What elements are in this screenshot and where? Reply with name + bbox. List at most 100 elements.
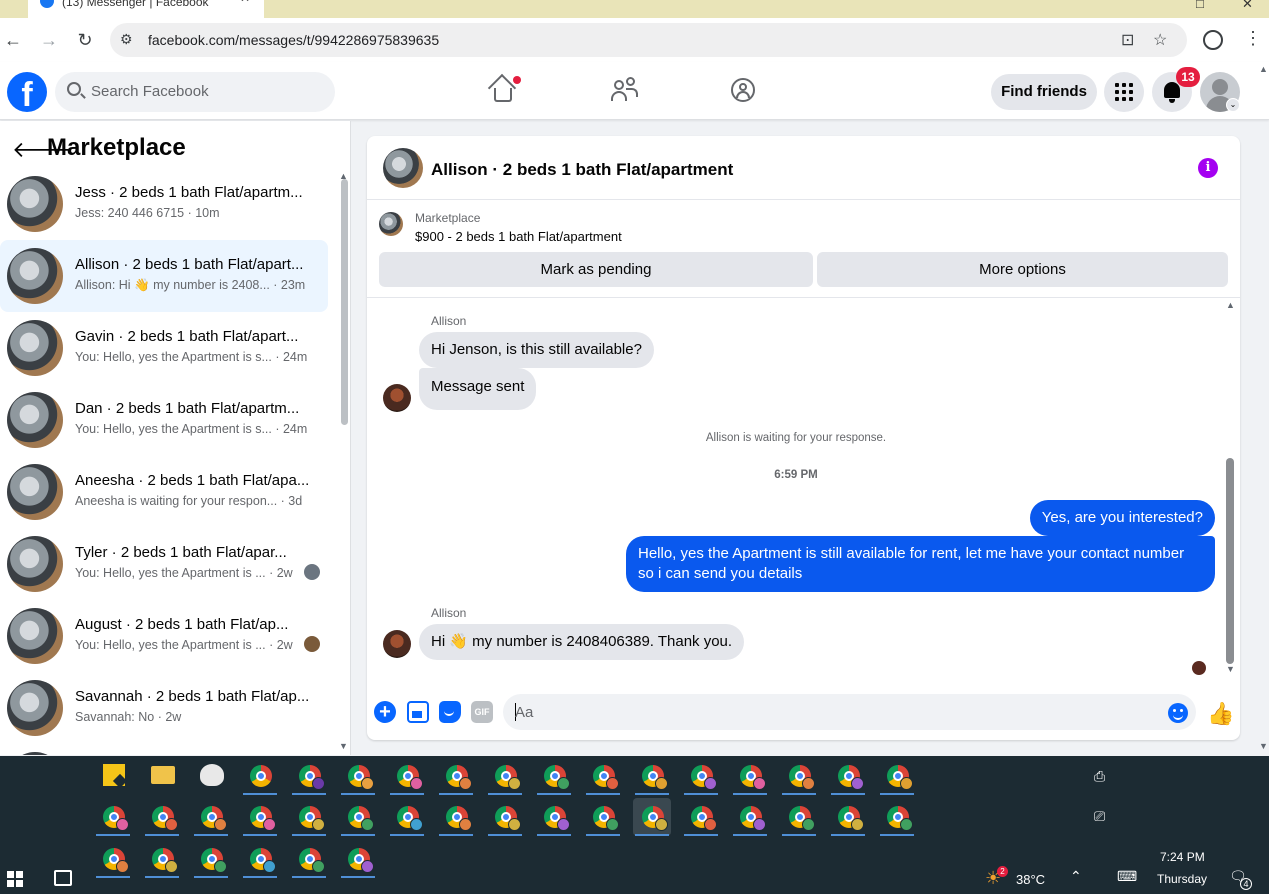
conversation-item[interactable]: Dan · 2 beds 1 bath Flat/apartm... You: … <box>0 384 328 456</box>
window-close-icon[interactable]: ✕ <box>1242 0 1253 12</box>
conversation-item[interactable]: Gavin · 2 beds 1 bath Flat/apart... You:… <box>0 312 328 384</box>
groups-icon[interactable] <box>729 76 759 106</box>
conversation-list-scrollbar[interactable] <box>341 179 348 425</box>
chrome-profile-icon[interactable] <box>731 798 769 836</box>
forward-icon[interactable]: → <box>39 30 59 50</box>
chrome-profile-icon[interactable] <box>339 757 377 795</box>
conversation-item[interactable]: Jess · 2 beds 1 bath Flat/apartm... Jess… <box>0 168 328 240</box>
plus-icon[interactable]: + <box>374 701 396 723</box>
sticker-icon[interactable] <box>439 701 461 723</box>
gif-icon[interactable]: GIF <box>471 701 493 723</box>
chrome-profile-icon[interactable] <box>290 757 328 795</box>
chrome-profile-icon[interactable] <box>192 798 230 836</box>
chrome-profile-icon[interactable] <box>241 798 279 836</box>
incoming-message[interactable]: Hi 👋 my number is 2408406389. Thank you. <box>419 624 745 660</box>
chrome-profile-icon[interactable] <box>584 757 622 795</box>
chrome-profile-icon[interactable] <box>535 757 573 795</box>
chrome-icon[interactable] <box>241 757 279 795</box>
chrome-profile-icon[interactable] <box>682 798 720 836</box>
thumbs-up-icon[interactable]: 👍 <box>1207 701 1234 727</box>
chrome-profile-icon[interactable] <box>535 798 573 836</box>
mark-as-pending-button[interactable]: Mark as pending <box>379 252 813 287</box>
chrome-profile-icon[interactable] <box>339 798 377 836</box>
browser-profile-icon[interactable] <box>1203 30 1223 50</box>
install-app-icon[interactable]: ⊡ <box>1121 30 1134 50</box>
chrome-profile-icon[interactable] <box>878 798 916 836</box>
chrome-profile-icon[interactable] <box>878 757 916 795</box>
page-scroll-down-icon[interactable]: ▼ <box>1259 741 1268 751</box>
chrome-profile-icon[interactable] <box>143 798 181 836</box>
message-scrollbar[interactable] <box>1226 458 1234 664</box>
address-bar[interactable]: ⚙ facebook.com/messages/t/99422869758396… <box>110 23 1187 57</box>
contact-avatar[interactable] <box>383 630 411 658</box>
incoming-message[interactable]: Hi Jenson, is this still available? <box>419 332 654 368</box>
file-explorer-icon[interactable] <box>151 766 175 784</box>
task-view-icon[interactable] <box>54 870 72 886</box>
page-scroll-up-icon[interactable]: ▲ <box>1259 64 1268 74</box>
chevron-down-icon[interactable]: ⌄ <box>1226 98 1240 112</box>
home-icon[interactable] <box>487 73 521 106</box>
scroll-down-icon[interactable]: ▼ <box>1226 664 1235 674</box>
find-friends-button[interactable]: Find friends <box>991 74 1097 110</box>
info-icon[interactable]: i <box>1198 158 1218 178</box>
window-maximize-icon[interactable]: □ <box>1196 0 1204 11</box>
chrome-profile-icon[interactable] <box>486 757 524 795</box>
browser-menu-icon[interactable]: ⋮ <box>1244 28 1262 49</box>
listing-price[interactable]: $900 - 2 beds 1 bath Flat/apartment <box>415 229 622 244</box>
sticky-notes-icon[interactable] <box>103 764 125 786</box>
listing-thumbnail[interactable] <box>383 148 423 188</box>
conversation-item[interactable]: Aneesha · 2 beds 1 bath Flat/apa... Anee… <box>0 456 328 528</box>
message-input[interactable]: Aa <box>503 694 1196 730</box>
chat-title[interactable]: Allison · 2 beds 1 bath Flat/apartment <box>431 160 733 180</box>
temperature[interactable]: 38°C <box>1016 872 1045 887</box>
chrome-profile-icon[interactable] <box>192 840 230 878</box>
paint-icon[interactable] <box>200 764 224 786</box>
incoming-message[interactable]: Message sent <box>419 368 537 410</box>
scroll-down-icon[interactable]: ▼ <box>339 741 348 751</box>
site-info-icon[interactable]: ⚙ <box>120 31 133 48</box>
chrome-profile-icon[interactable] <box>731 757 769 795</box>
browser-tab-messenger[interactable]: (13) Messenger | Facebook ✕ <box>28 0 264 18</box>
chrome-profile-icon[interactable] <box>388 798 426 836</box>
chrome-profile-icon[interactable] <box>339 840 377 878</box>
contact-avatar[interactable] <box>383 384 411 412</box>
chrome-profile-icon[interactable] <box>437 757 475 795</box>
chrome-profile-icon[interactable] <box>780 798 818 836</box>
chevron-up-icon[interactable]: ⌃ <box>1070 868 1082 885</box>
keyboard-icon[interactable]: ⌨ <box>1117 868 1137 885</box>
chrome-profile-icon[interactable] <box>290 798 328 836</box>
more-options-button[interactable]: More options <box>817 252 1228 287</box>
chrome-profile-icon[interactable] <box>143 840 181 878</box>
chrome-profile-icon-active[interactable] <box>633 798 671 836</box>
conversation-item[interactable]: Savannah · 2 beds 1 bath Flat/ap... Sava… <box>0 672 328 744</box>
conversation-item[interactable] <box>0 744 328 755</box>
chrome-profile-icon[interactable] <box>437 798 475 836</box>
facebook-logo[interactable]: f <box>7 72 47 112</box>
outgoing-message[interactable]: Hello, yes the Apartment is still availa… <box>626 536 1215 592</box>
chrome-profile-icon[interactable] <box>584 798 622 836</box>
photo-icon[interactable] <box>407 701 429 723</box>
network-display-icon[interactable]: ⎚ <box>1094 808 1105 825</box>
conversation-item-active[interactable]: Allison · 2 beds 1 bath Flat/apart... Al… <box>0 240 328 312</box>
meet-now-icon[interactable]: ⎙ <box>1094 768 1105 785</box>
chrome-profile-icon[interactable] <box>388 757 426 795</box>
reload-icon[interactable]: ↻ <box>75 30 95 50</box>
chrome-profile-icon[interactable] <box>290 840 328 878</box>
chrome-profile-icon[interactable] <box>241 840 279 878</box>
chrome-profile-icon[interactable] <box>633 757 671 795</box>
bookmark-star-icon[interactable]: ☆ <box>1153 30 1167 50</box>
conversation-item[interactable]: Tyler · 2 beds 1 bath Flat/apar... You: … <box>0 528 328 600</box>
chrome-profile-icon[interactable] <box>94 798 132 836</box>
chrome-profile-icon[interactable] <box>486 798 524 836</box>
clock-time[interactable]: 7:24 PM <box>1160 850 1205 864</box>
menu-grid-button[interactable] <box>1104 72 1144 112</box>
outgoing-message[interactable]: Yes, are you interested? <box>1029 500 1215 536</box>
chrome-profile-icon[interactable] <box>94 840 132 878</box>
chrome-profile-icon[interactable] <box>682 757 720 795</box>
scroll-up-icon[interactable]: ▲ <box>1226 300 1235 310</box>
search-input[interactable]: Search Facebook <box>55 72 335 112</box>
chrome-profile-icon[interactable] <box>829 798 867 836</box>
emoji-icon[interactable] <box>1168 703 1188 723</box>
chrome-profile-icon[interactable] <box>780 757 818 795</box>
friends-icon[interactable] <box>610 76 640 106</box>
